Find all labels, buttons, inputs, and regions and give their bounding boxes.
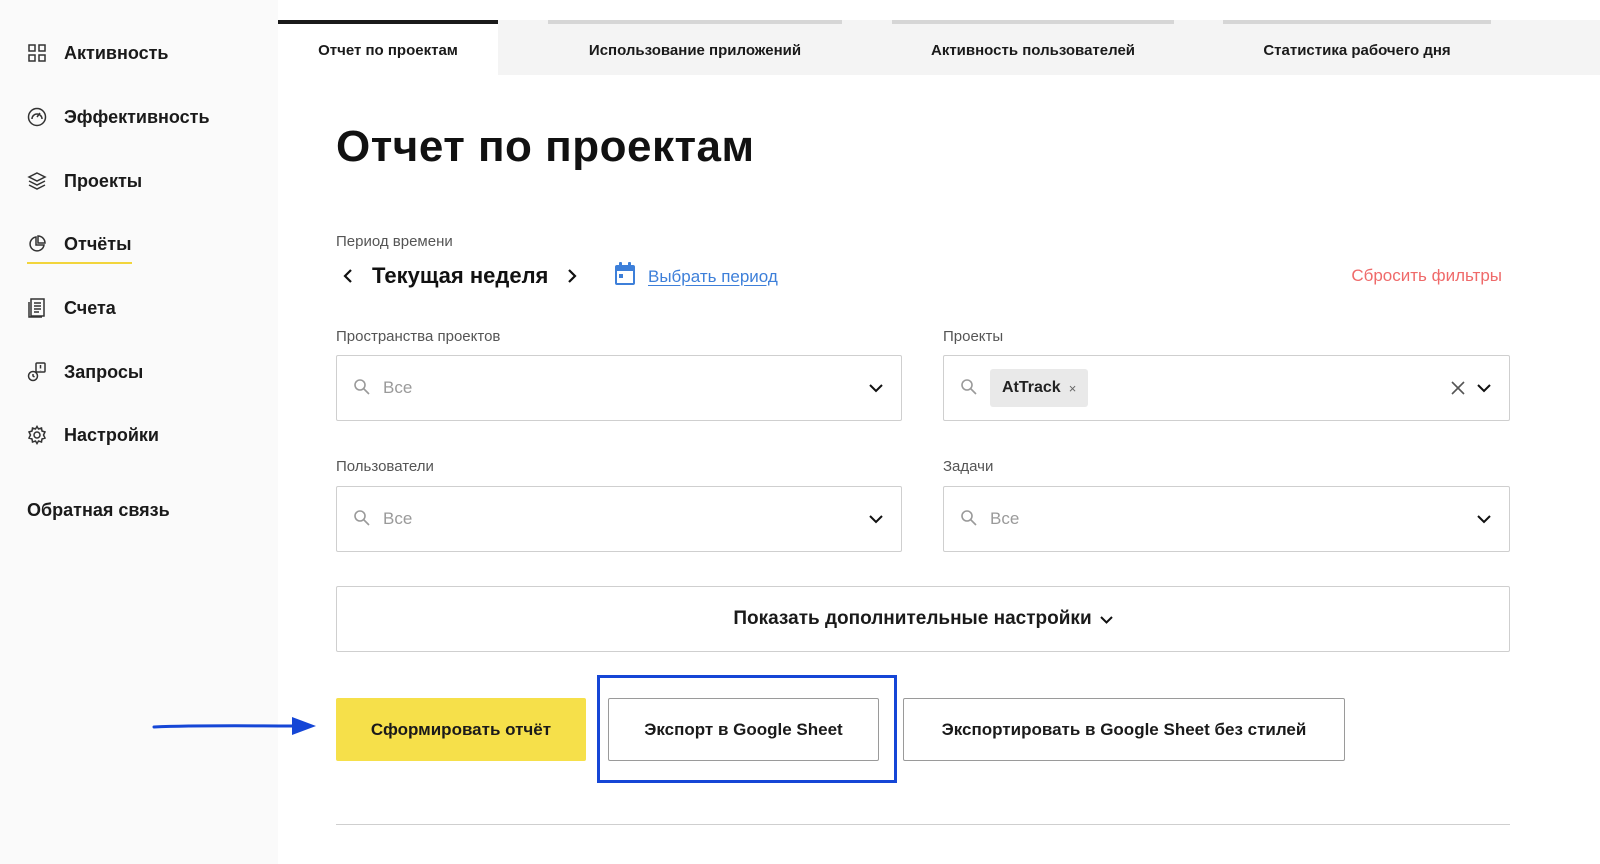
sidebar-item-efficiency[interactable]: Эффективность — [26, 101, 210, 133]
tab-indicator — [1223, 20, 1491, 24]
sidebar-item-reports[interactable]: Отчёты — [26, 228, 131, 260]
chevron-down-icon[interactable] — [1475, 510, 1493, 528]
tasks-label: Задачи — [943, 458, 994, 475]
gauge-icon — [26, 106, 48, 128]
project-chip: AtTrack × — [990, 369, 1089, 407]
chip-remove-icon[interactable]: × — [1069, 381, 1077, 396]
divider — [336, 824, 1510, 825]
tasks-select[interactable]: Все — [943, 486, 1510, 552]
users-placeholder: Все — [383, 509, 413, 528]
sidebar-item-activity[interactable]: Активность — [26, 37, 168, 69]
tab-app-usage[interactable]: Использование приложений — [548, 20, 842, 75]
tab-label: Статистика рабочего дня — [1263, 42, 1451, 59]
spaces-select[interactable]: Все — [336, 355, 902, 421]
period-selector: Текущая неделя — [336, 260, 584, 292]
more-settings-label: Показать дополнительные настройки — [733, 608, 1092, 629]
projects-select[interactable]: AtTrack × — [943, 355, 1510, 421]
pie-chart-icon — [26, 233, 48, 255]
tab-indicator — [278, 20, 498, 24]
sidebar-item-label: Проекты — [64, 170, 143, 191]
export-google-sheet-plain-button[interactable]: Экспортировать в Google Sheet без стилей — [903, 698, 1345, 761]
layers-icon — [26, 170, 48, 192]
chevron-right-icon[interactable] — [560, 264, 584, 288]
pick-period-link[interactable]: Выбрать период — [614, 262, 778, 291]
gear-icon — [26, 424, 48, 446]
more-settings-button[interactable]: Показать дополнительные настройки — [336, 586, 1510, 652]
pick-period-label: Выбрать период — [648, 266, 778, 286]
sidebar-item-label: Настройки — [64, 424, 159, 445]
feedback-link[interactable]: Обратная связь — [27, 500, 170, 521]
projects-label: Проекты — [943, 328, 1004, 345]
tab-project-report[interactable]: Отчет по проектам — [278, 20, 498, 75]
sidebar-item-label: Эффективность — [64, 106, 210, 127]
chevron-down-icon[interactable] — [867, 379, 885, 397]
tab-label: Активность пользователей — [930, 42, 1136, 59]
arrow-annotation-icon — [152, 715, 318, 742]
invoice-icon — [26, 297, 48, 319]
spaces-placeholder: Все — [383, 378, 413, 397]
active-indicator — [27, 262, 132, 264]
grid-icon — [26, 42, 48, 64]
sidebar-item-label: Счета — [64, 297, 116, 318]
sidebar-item-requests[interactable]: Запросы — [26, 356, 143, 388]
tab-workday-stats[interactable]: Статистика рабочего дня — [1223, 20, 1491, 75]
tab-indicator — [892, 20, 1174, 24]
sidebar-item-label: Запросы — [64, 361, 144, 382]
clear-icon[interactable] — [1449, 379, 1467, 397]
reset-filters-link[interactable]: Сбросить фильтры — [1351, 266, 1502, 286]
users-select[interactable]: Все — [336, 486, 902, 552]
sidebar-item-settings[interactable]: Настройки — [26, 419, 159, 451]
request-icon — [26, 361, 48, 383]
export-google-sheet-button[interactable]: Экспорт в Google Sheet — [608, 698, 879, 761]
chevron-down-icon[interactable] — [1475, 379, 1493, 397]
chevron-down-icon — [1099, 608, 1113, 630]
sidebar-item-label: Отчёты — [64, 233, 132, 254]
period-value: Текущая неделя — [372, 263, 549, 288]
sidebar-item-projects[interactable]: Проекты — [26, 165, 142, 197]
project-chip-label: AtTrack — [1002, 379, 1061, 396]
search-icon — [353, 509, 373, 529]
spaces-label: Пространства проектов — [336, 328, 501, 345]
search-icon — [960, 378, 980, 398]
tasks-placeholder: Все — [990, 509, 1020, 528]
tab-bar: Отчет по проектам Использование приложен… — [278, 20, 1600, 75]
page-title: Отчет по проектам — [336, 122, 755, 171]
calendar-icon — [614, 262, 636, 291]
tab-label: Отчет по проектам — [318, 42, 458, 59]
period-label: Период времени — [336, 233, 453, 250]
sidebar-item-invoices[interactable]: Счета — [26, 292, 116, 324]
generate-report-button[interactable]: Сформировать отчёт — [336, 698, 586, 761]
users-label: Пользователи — [336, 458, 434, 475]
search-icon — [960, 509, 980, 529]
tab-label: Использование приложений — [588, 42, 802, 59]
chevron-down-icon[interactable] — [867, 510, 885, 528]
chevron-left-icon[interactable] — [336, 264, 360, 288]
search-icon — [353, 378, 373, 398]
tab-indicator — [548, 20, 842, 24]
projects-chips: AtTrack × — [990, 369, 1449, 407]
sidebar-item-label: Активность — [64, 42, 169, 63]
tab-user-activity[interactable]: Активность пользователей — [892, 20, 1174, 75]
